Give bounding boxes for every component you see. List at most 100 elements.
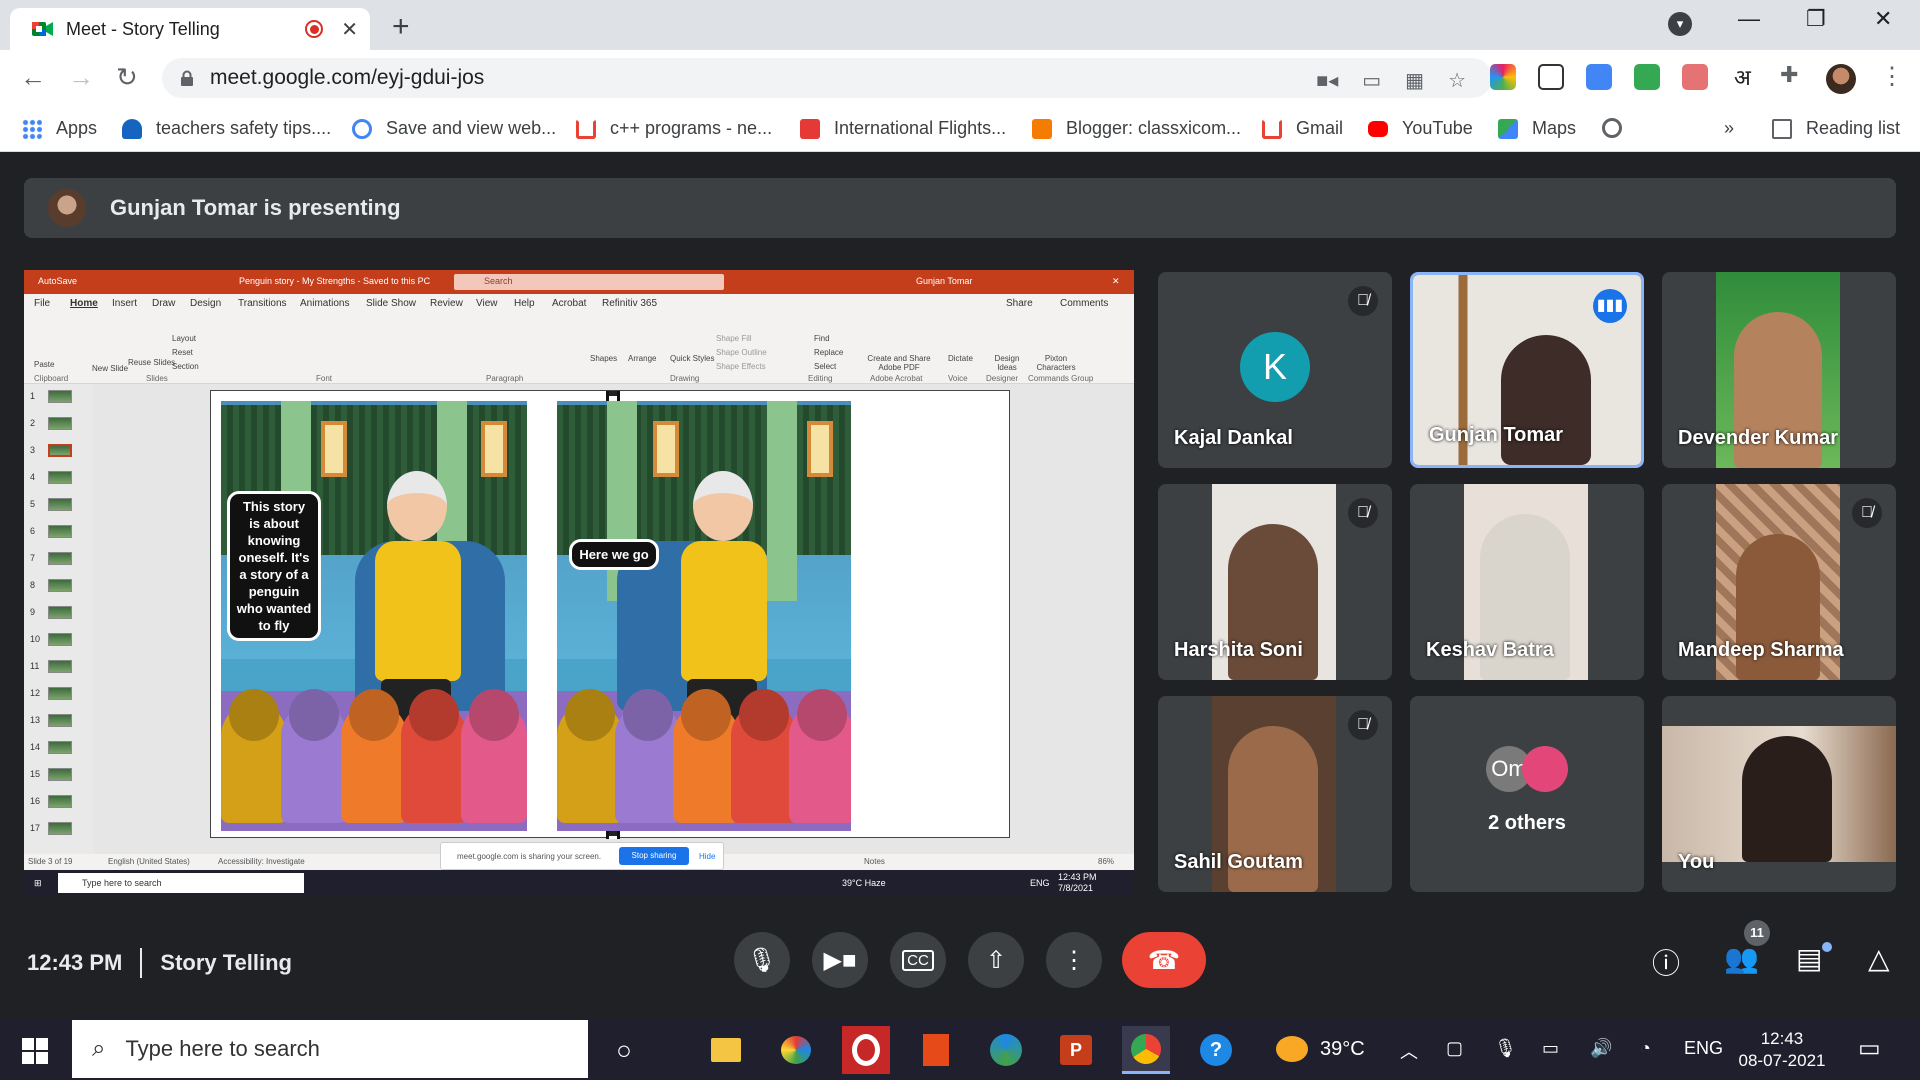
participant-tile[interactable]: K 🎙̸ Kajal Dankal	[1158, 272, 1392, 468]
paint-icon[interactable]	[772, 1026, 820, 1074]
onedrive-icon	[122, 118, 142, 139]
reload-icon[interactable]: ↻	[116, 62, 138, 93]
google-translate-icon[interactable]	[1586, 64, 1612, 90]
reading-list-button[interactable]: Reading list	[1772, 118, 1900, 139]
chrome-menu-icon[interactable]: ⋮	[1880, 62, 1904, 91]
tab-close-button[interactable]: ✕	[341, 17, 358, 42]
file-explorer-icon[interactable]	[702, 1026, 750, 1074]
notifications-icon[interactable]: ▭	[1858, 1034, 1881, 1063]
powerpoint-title-bar: AutoSave Penguin story - My Strengths - …	[24, 270, 1134, 294]
more-options-button[interactable]: ⋮	[1046, 932, 1102, 988]
meeting-details-icon[interactable]: ⓘ	[1652, 942, 1680, 982]
bookmark-gmail[interactable]: Gmail	[1262, 118, 1343, 139]
shared-screen[interactable]: AutoSave Penguin story - My Strengths - …	[24, 270, 1134, 896]
volume-icon[interactable]: 🔊	[1590, 1038, 1612, 1059]
tab-search-button[interactable]: ▾	[1668, 12, 1692, 36]
forward-arrow-icon[interactable]: →	[68, 62, 94, 93]
bookmark-apps[interactable]: Apps	[22, 118, 97, 139]
back-arrow-icon[interactable]: ←	[20, 62, 46, 93]
opera-icon[interactable]	[842, 1026, 890, 1074]
cortana-icon[interactable]: ○	[600, 1026, 648, 1074]
pp-slide-number: 7	[30, 553, 36, 563]
powerpoint-icon[interactable]: P	[1052, 1026, 1100, 1074]
participant-tile[interactable]: 🎙̸ Harshita Soni	[1158, 484, 1392, 680]
bookmark-youtube[interactable]: YouTube	[1368, 118, 1473, 139]
bookmark-maps[interactable]: Maps	[1498, 118, 1576, 139]
pp-menu-item: Transitions	[238, 298, 287, 309]
apps-grid-icon[interactable]: ▦	[1405, 68, 1424, 93]
participant-tile[interactable]: Devender Kumar	[1662, 272, 1896, 468]
participant-count-badge: 11	[1744, 920, 1770, 946]
pp-ribbon: Paste New Slide Reuse Slides Layout Rese…	[24, 312, 1134, 384]
google-icon	[352, 118, 372, 139]
extensions-puzzle-icon[interactable]: ✚	[1780, 62, 1798, 88]
presenting-banner: Gunjan Tomar is presenting	[24, 178, 1896, 238]
battery-icon[interactable]: ▭	[1542, 1038, 1559, 1059]
office-icon[interactable]	[912, 1026, 960, 1074]
pp-comments-button: Comments	[1060, 298, 1109, 309]
profile-avatar[interactable]	[1826, 64, 1856, 94]
bookmark-cpp-programs[interactable]: c++ programs - ne...	[576, 118, 772, 139]
present-button[interactable]: ⇧	[968, 932, 1024, 988]
others-label: 2 others	[1488, 812, 1566, 834]
camera-in-use-icon[interactable]: ■◂	[1316, 68, 1338, 93]
maximize-button[interactable]: ❐	[1806, 6, 1826, 32]
windows-taskbar: ⌕ Type here to search ○ P ? 39°C ︿ ▢ 🎙 ▭…	[0, 1018, 1920, 1080]
bookmark-star-icon[interactable]: ☆	[1448, 68, 1466, 93]
microphone-button[interactable]: 🎙	[734, 932, 790, 988]
taskbar-search-box[interactable]: ⌕ Type here to search	[72, 1020, 588, 1078]
bookmark-globe[interactable]	[1602, 118, 1636, 138]
extension-a-icon[interactable]	[1538, 64, 1564, 90]
bookmark-blogger[interactable]: Blogger: classxicom...	[1032, 118, 1241, 139]
kid-figure	[341, 703, 407, 823]
activities-icon[interactable]: △	[1868, 942, 1890, 975]
participant-name: Mandeep Sharma	[1678, 639, 1844, 661]
participant-tile[interactable]: Keshav Batra	[1410, 484, 1644, 680]
extension-badge-icon[interactable]	[1682, 64, 1708, 90]
bookmarks-overflow-chevron[interactable]: »	[1724, 118, 1734, 139]
browser-toolbar: ← → ↻ meet.google.com/eyj-gdui-jos ■◂ ▭ …	[0, 50, 1920, 106]
address-bar[interactable]: meet.google.com/eyj-gdui-jos ■◂ ▭ ▦ ☆	[162, 58, 1492, 98]
participant-tile[interactable]: You	[1662, 696, 1896, 892]
help-icon[interactable]: ?	[1192, 1026, 1240, 1074]
close-window-button[interactable]: ✕	[1874, 6, 1892, 32]
hindi-extension-icon[interactable]: अ	[1734, 62, 1751, 92]
kid-figure	[731, 703, 797, 823]
wifi-icon[interactable]: ◔	[1640, 1038, 1651, 1059]
taskbar-search-placeholder: Type here to search	[125, 1036, 320, 1061]
participant-tile[interactable]: ▮▮▮ Gunjan Tomar	[1410, 272, 1644, 468]
cast-icon[interactable]: ▭	[1362, 68, 1381, 93]
leave-call-button[interactable]: ☎	[1122, 932, 1206, 988]
present-icon: ⇧	[985, 946, 1007, 974]
participant-tile[interactable]: 🎙̸ Mandeep Sharma	[1662, 484, 1896, 680]
pp-ribbon-button: Paste	[34, 360, 55, 369]
maps-icon	[1498, 118, 1518, 139]
camera-button[interactable]: ▶■	[812, 932, 868, 988]
chat-icon[interactable]: ▤	[1796, 942, 1822, 975]
pp-menu-item: Review	[430, 298, 463, 309]
bookmark-teachers-safety[interactable]: teachers safety tips....	[122, 118, 331, 139]
meet-now-icon[interactable]: ▢	[1446, 1038, 1463, 1059]
extension-color-icon[interactable]	[1490, 64, 1516, 90]
captions-button[interactable]: CC	[890, 932, 946, 988]
extension-green-icon[interactable]	[1634, 64, 1660, 90]
temperature-text[interactable]: 39°C	[1320, 1038, 1365, 1061]
minimize-button[interactable]: —	[1738, 6, 1760, 32]
participant-tile[interactable]: 🎙̸ Sahil Goutam	[1158, 696, 1392, 892]
taskbar-clock[interactable]: 12:43 08-07-2021	[1722, 1028, 1842, 1072]
weather-icon[interactable]	[1276, 1036, 1308, 1062]
microphone-tray-icon[interactable]: 🎙	[1494, 1038, 1517, 1059]
chrome-icon[interactable]	[1122, 1026, 1170, 1074]
browser-tab-meet[interactable]: Meet - Story Telling ✕	[10, 8, 370, 50]
windows-start-icon[interactable]	[22, 1038, 48, 1064]
pp-close-icon: ✕	[1112, 276, 1120, 286]
participant-tile[interactable]: Om 2 others	[1410, 696, 1644, 892]
pp-slide-number: 3	[30, 445, 36, 455]
people-icon[interactable]: 👥	[1724, 942, 1759, 975]
bookmark-save-view-web[interactable]: Save and view web...	[352, 118, 556, 139]
edge-icon[interactable]	[982, 1026, 1030, 1074]
bookmark-international-flights[interactable]: International Flights...	[800, 118, 1006, 139]
language-indicator[interactable]: ENG	[1684, 1038, 1723, 1059]
tray-chevron-icon[interactable]: ︿	[1400, 1038, 1418, 1064]
new-tab-button[interactable]: +	[392, 10, 410, 44]
